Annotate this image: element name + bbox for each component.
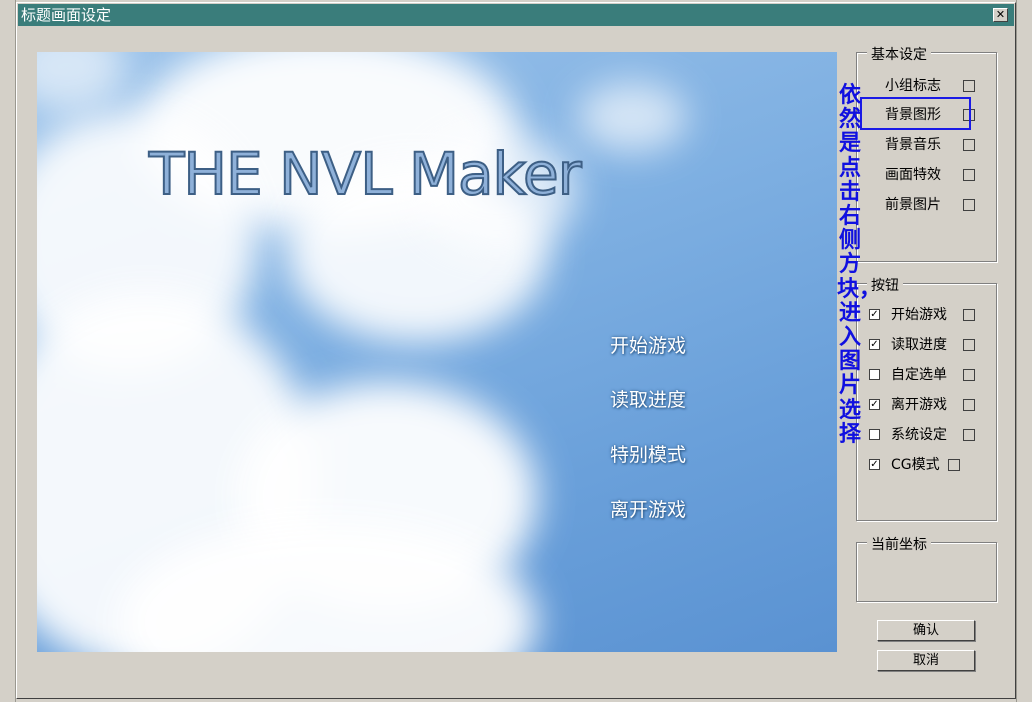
basic-item-label: 小组标志 xyxy=(885,78,941,94)
tutorial-annotation: 依然是点击右侧方块，进入图片选择 xyxy=(837,83,882,447)
left-frame xyxy=(0,0,16,702)
basic-item-label: 画面特效 xyxy=(885,167,941,183)
highlight-box xyxy=(860,97,971,130)
basic-item-label: 背景音乐 xyxy=(885,137,941,153)
cloud-shape xyxy=(577,82,687,152)
game-logo-title[interactable]: THE NVL Maker xyxy=(148,139,583,209)
checkmark-icon: ✓ xyxy=(870,339,879,350)
title-screen-preview[interactable]: THE NVL Maker 开始游戏 读取进度 特别模式 离开游戏 xyxy=(37,52,837,652)
checkmark-icon: ✓ xyxy=(870,459,879,470)
menu-start-game[interactable]: 开始游戏 xyxy=(610,331,686,358)
edit-square-cg-mode[interactable] xyxy=(948,459,960,471)
close-button[interactable]: ✕ xyxy=(993,8,1008,22)
checkbox-custom-menu[interactable] xyxy=(869,369,880,380)
close-icon: ✕ xyxy=(995,8,1006,21)
edit-square-custom-menu[interactable] xyxy=(963,369,975,381)
edit-square-group-logo[interactable] xyxy=(963,80,975,92)
checkbox-system-settings[interactable] xyxy=(869,429,880,440)
checkbox-load-progress[interactable]: ✓ xyxy=(869,339,880,350)
button-item-label: CG模式 xyxy=(891,457,940,473)
cancel-button[interactable]: 取消 xyxy=(877,650,975,671)
edit-square-system-settings[interactable] xyxy=(963,429,975,441)
checkmark-icon: ✓ xyxy=(870,399,879,410)
edit-square-background-music[interactable] xyxy=(963,139,975,151)
cloud-shape xyxy=(37,52,127,112)
checkbox-exit-game[interactable]: ✓ xyxy=(869,399,880,410)
button-item-label: 自定选单 xyxy=(891,367,947,383)
menu-load-progress[interactable]: 读取进度 xyxy=(610,385,686,412)
edit-square-load-progress[interactable] xyxy=(963,339,975,351)
menu-special-mode[interactable]: 特别模式 xyxy=(610,440,686,467)
confirm-button[interactable]: 确认 xyxy=(877,620,975,641)
window-title: 标题画面设定 xyxy=(21,6,112,24)
current-coords-group: 当前坐标 xyxy=(856,534,997,602)
checkbox-start-game[interactable]: ✓ xyxy=(869,309,880,320)
right-frame xyxy=(1016,0,1032,702)
edit-square-start-game[interactable] xyxy=(963,309,975,321)
button-item-label: 离开游戏 xyxy=(891,397,947,413)
edit-square-screen-effect[interactable] xyxy=(963,169,975,181)
basic-item-label: 前景图片 xyxy=(885,197,941,213)
menu-exit-game[interactable]: 离开游戏 xyxy=(610,495,686,522)
current-coords-legend: 当前坐标 xyxy=(867,534,931,554)
title-bar: 标题画面设定 ✕ xyxy=(18,4,1014,26)
edit-square-foreground-image[interactable] xyxy=(963,199,975,211)
button-item-label: 开始游戏 xyxy=(891,307,947,323)
checkbox-cg-mode[interactable]: ✓ xyxy=(869,459,880,470)
checkmark-icon: ✓ xyxy=(870,309,879,320)
button-item-label: 读取进度 xyxy=(891,337,947,353)
basic-settings-legend: 基本设定 xyxy=(867,44,931,64)
button-item-label: 系统设定 xyxy=(891,427,947,443)
edit-square-exit-game[interactable] xyxy=(963,399,975,411)
